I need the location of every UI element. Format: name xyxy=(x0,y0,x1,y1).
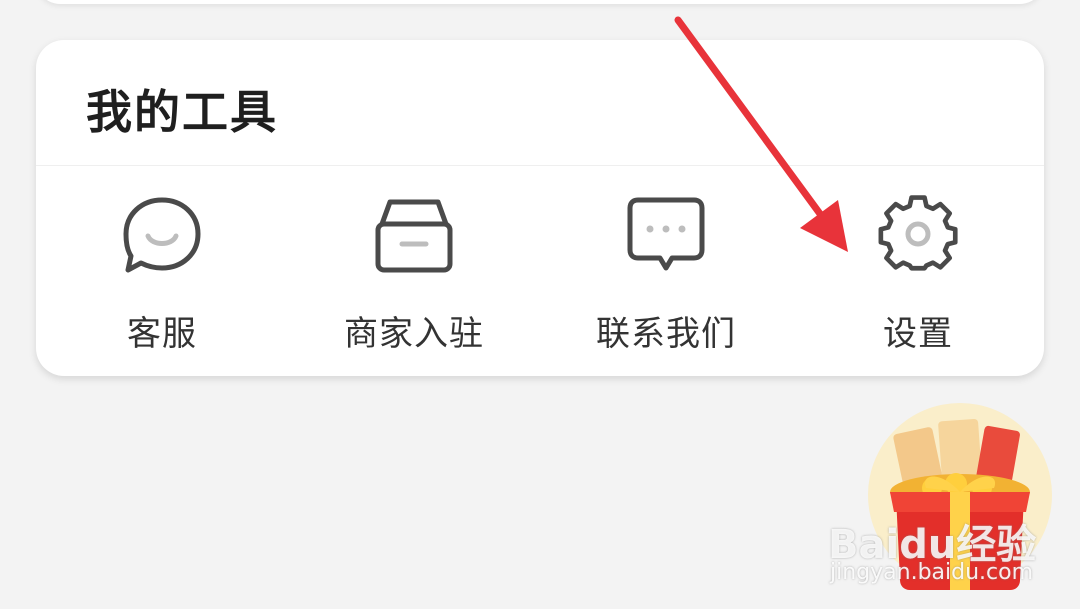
tool-item-customer-service[interactable]: 客服 xyxy=(36,194,288,364)
merchant-box-icon xyxy=(372,194,456,278)
card-title: 我的工具 xyxy=(86,85,278,139)
tool-label-settings: 设置 xyxy=(883,314,953,354)
tool-item-merchant-join[interactable]: 商家入驻 xyxy=(288,194,540,364)
tool-label-contact-us: 联系我们 xyxy=(596,314,736,354)
customer-service-icon xyxy=(120,194,204,278)
tool-item-contact-us[interactable]: 联系我们 xyxy=(540,194,792,364)
gear-icon xyxy=(876,194,960,278)
chat-bubble-icon xyxy=(624,194,708,278)
card-header: 我的工具 xyxy=(36,40,1044,166)
my-tools-card: 我的工具 客服 商家入驻 联系我们 设置 xyxy=(36,40,1044,376)
tool-label-merchant-join: 商家入驻 xyxy=(344,314,484,354)
tool-item-settings[interactable]: 设置 xyxy=(792,194,1044,364)
tools-grid: 客服 商家入驻 联系我们 设置 xyxy=(36,166,1044,376)
tool-label-customer-service: 客服 xyxy=(127,314,197,354)
previous-card-edge xyxy=(36,0,1044,4)
gift-promo-icon[interactable] xyxy=(860,400,1060,600)
